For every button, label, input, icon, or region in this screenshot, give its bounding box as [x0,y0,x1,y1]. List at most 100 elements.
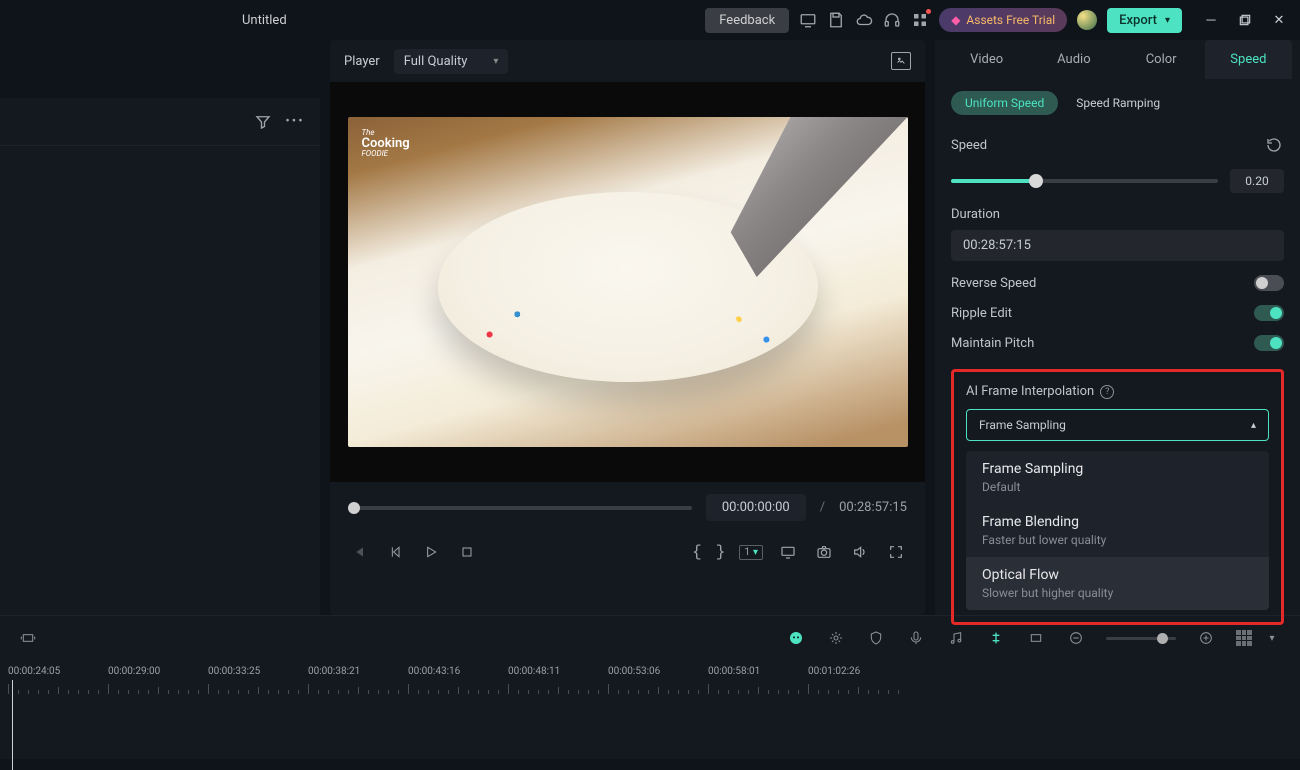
prev-frame-button[interactable] [348,541,370,563]
scrubber-thumb[interactable] [348,502,360,514]
chevron-down-icon: ▾ [1165,15,1170,26]
tab-speed[interactable]: Speed [1205,40,1292,79]
reverse-toggle[interactable] [1254,275,1284,291]
titlebar-right: Feedback ◆ Assets Free Trial Export ▾ ─ … [705,8,1288,33]
ruler-label: 00:01:02:26 [808,666,908,677]
timeline-ruler[interactable]: 00:00:24:05 00:00:29:00 00:00:33:25 00:0… [0,660,1300,694]
interpolation-selected: Frame Sampling [979,418,1066,432]
maximize-button[interactable] [1236,11,1254,29]
volume-icon[interactable] [849,541,871,563]
grid-view-icon[interactable] [1236,630,1252,646]
sparkle-icon[interactable] [826,628,846,648]
ai-chat-icon[interactable] [786,628,806,648]
export-label: Export [1119,13,1157,28]
duration-value[interactable]: 00:28:57:15 [951,230,1284,261]
play-button[interactable] [420,541,442,563]
chevron-down-icon[interactable]: ▾ [1262,628,1282,648]
speed-slider-row: 0.20 [951,169,1284,193]
app-logo-icon[interactable] [1077,10,1097,30]
chevron-down-icon: ▾ [493,56,498,67]
dropdown-item-optical-flow[interactable]: Optical Flow Slower but higher quality [966,557,1269,610]
speed-slider-thumb[interactable] [1029,174,1043,188]
snapshot-icon[interactable] [891,52,911,70]
ruler-label: 00:00:43:16 [408,666,508,677]
stop-button[interactable] [456,541,478,563]
feedback-button[interactable]: Feedback [705,8,789,33]
ripple-label: Ripple Edit [951,306,1012,321]
cake-sprinkles [433,262,823,407]
current-time: 00:00:00:00 [706,494,806,521]
crop-icon[interactable] [1026,628,1046,648]
cloud-icon[interactable] [855,11,873,29]
main-area: ••• Player Full Quality ▾ The Cooking FO [0,40,1300,615]
media-watermark: The Cooking FOODIE [362,129,410,158]
zoom-out-button[interactable] [1066,628,1086,648]
ai-interpolation-title-row: AI Frame Interpolation ? [966,384,1269,399]
quality-select[interactable]: Full Quality ▾ [394,49,509,74]
apps-icon[interactable] [911,11,929,29]
fullscreen-icon[interactable] [885,541,907,563]
zoom-thumb[interactable] [1157,633,1168,644]
titlebar: Untitled Feedback ◆ Assets Free Trial Ex… [0,0,1300,40]
duration-label: Duration [951,207,1284,222]
tab-video[interactable]: Video [943,40,1030,79]
player-toolbar: Player Full Quality ▾ [330,40,925,82]
split-icon[interactable] [986,628,1006,648]
speed-value[interactable]: 0.20 [1230,169,1284,193]
player-panel: Player Full Quality ▾ The Cooking FOODIE [330,40,925,615]
more-icon[interactable]: ••• [286,113,304,131]
filter-icon[interactable] [254,113,272,131]
pitch-label: Maintain Pitch [951,336,1034,351]
speed-label: Speed [951,138,987,153]
music-icon[interactable] [946,628,966,648]
inspector-tabs: Video Audio Color Speed [935,40,1300,79]
headphones-icon[interactable] [883,11,901,29]
speed-body: Speed 0.20 Duration 00:28:57:15 Reverse … [935,127,1300,633]
media-panel-body [0,146,320,615]
reset-speed-icon[interactable] [1264,135,1284,155]
media-panel-toolbar: ••• [0,98,320,146]
player-controls-right: { } 1▾ [692,541,907,563]
export-button[interactable]: Export ▾ [1107,8,1182,33]
player-label: Player [344,54,380,69]
media-panel-header [0,40,320,98]
dropdown-item-frame-sampling[interactable]: Frame Sampling Default [966,451,1269,504]
ripple-toggle[interactable] [1254,305,1284,321]
playhead[interactable] [12,680,13,770]
tab-color[interactable]: Color [1118,40,1205,79]
mark-in-button[interactable]: { [692,543,702,561]
project-title: Untitled [242,13,287,28]
mark-out-button[interactable]: } [716,543,726,561]
step-back-button[interactable] [384,541,406,563]
mic-icon[interactable] [906,628,926,648]
dropdown-item-frame-blending[interactable]: Frame Blending Faster but lower quality [966,504,1269,557]
shield-icon[interactable] [866,628,886,648]
assets-text: Assets Free Trial [966,13,1055,27]
interpolation-dropdown-menu: Frame Sampling Default Frame Blending Fa… [966,451,1269,610]
pitch-toggle[interactable] [1254,335,1284,351]
subtab-uniform-speed[interactable]: Uniform Speed [951,91,1058,115]
camera-icon[interactable] [813,541,835,563]
ruler-label: 00:00:24:05 [8,666,108,677]
minimize-button[interactable]: ─ [1202,11,1220,29]
zoom-in-button[interactable] [1196,628,1216,648]
ratio-button[interactable]: 1▾ [739,545,763,560]
player-controls: { } 1▾ [330,533,925,571]
interpolation-select[interactable]: Frame Sampling ▴ [966,409,1269,441]
screen-icon[interactable] [799,11,817,29]
zoom-slider[interactable] [1106,637,1176,640]
assets-trial-button[interactable]: ◆ Assets Free Trial [939,8,1067,32]
info-icon[interactable]: ? [1100,385,1114,399]
preview-viewport[interactable]: The Cooking FOODIE [330,82,925,482]
scrubber-track[interactable] [348,506,692,510]
speed-slider[interactable] [951,179,1218,183]
time-separator: / [820,500,825,515]
save-icon[interactable] [827,11,845,29]
fit-button[interactable] [18,628,38,648]
subtab-speed-ramping[interactable]: Speed Ramping [1076,96,1160,110]
display-icon[interactable] [777,541,799,563]
close-button[interactable]: ✕ [1270,11,1288,29]
ruler-ticks [8,680,1292,694]
tab-audio[interactable]: Audio [1030,40,1117,79]
timeline-panel: ▾ 00:00:24:05 00:00:29:00 00:00:33:25 00… [0,615,1300,759]
